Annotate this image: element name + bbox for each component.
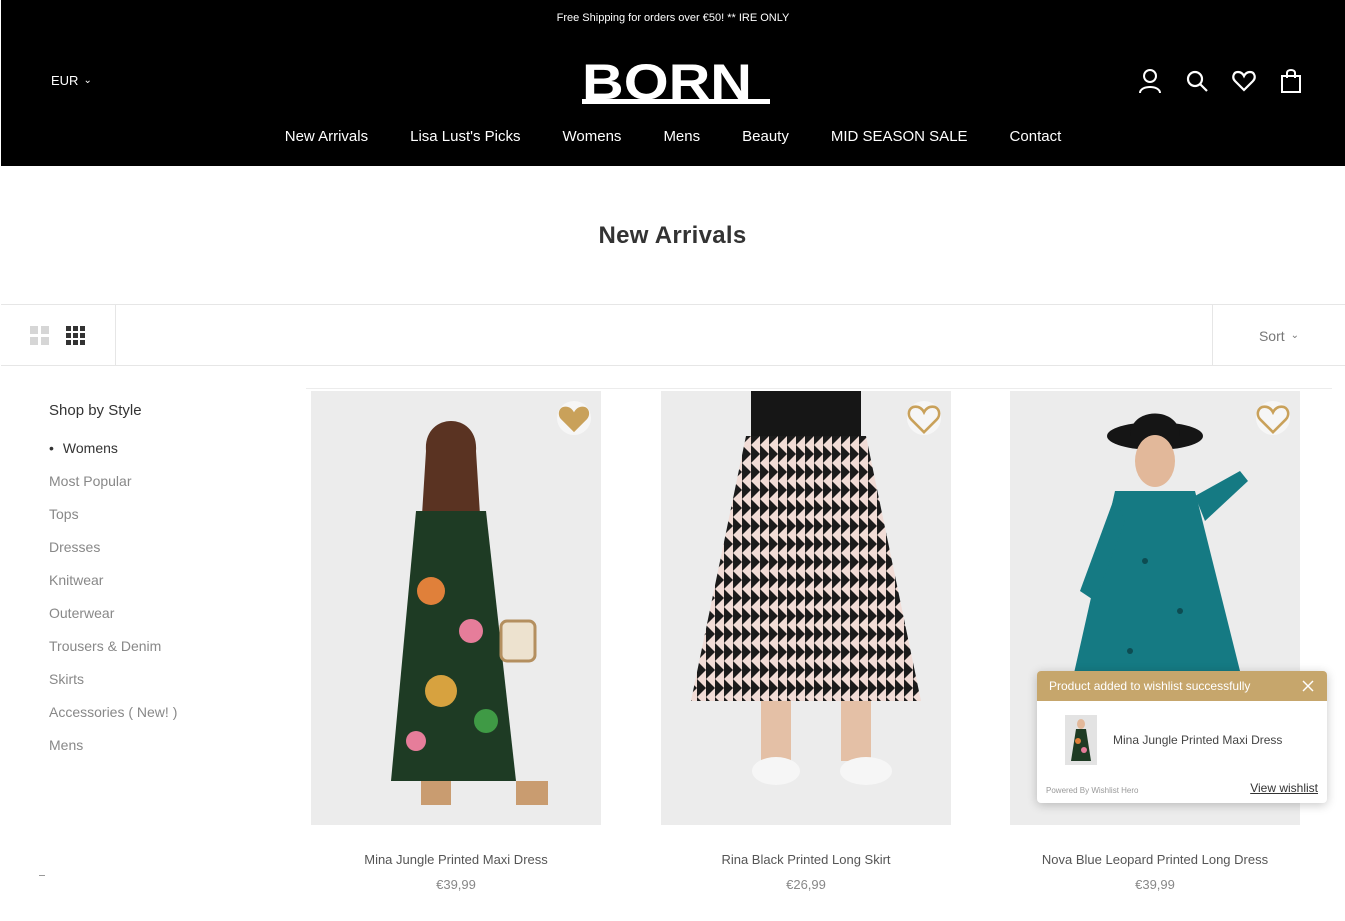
logo[interactable]: BORN	[582, 54, 770, 110]
sidebar-filter: Shop by Style Womens Most Popular Tops D…	[49, 402, 269, 770]
grid-3-view-icon[interactable]	[66, 325, 86, 346]
product-price: €39,99	[436, 877, 476, 892]
sort-label: Sort	[1258, 327, 1285, 344]
toast-product-thumbnail[interactable]	[1065, 715, 1097, 765]
product-name[interactable]: Mina Jungle Printed Maxi Dress	[311, 852, 601, 867]
currency-selector[interactable]: EUR ⌄	[51, 73, 92, 88]
collection-toolbar: Sort ⌄	[1, 304, 1345, 366]
sidebar-item-tops[interactable]: Tops	[49, 506, 269, 539]
product-card[interactable]: Rina Black Printed Long Skirt €26,99	[661, 391, 951, 892]
sidebar-item-dresses[interactable]: Dresses	[49, 539, 269, 572]
nav-womens[interactable]: Womens	[563, 128, 622, 145]
wishlist-heart-icon[interactable]	[907, 401, 941, 435]
wishlist-heart-icon[interactable]	[1232, 68, 1256, 94]
wishlist-heart-icon[interactable]	[557, 401, 591, 435]
nav-mens[interactable]: Mens	[663, 128, 700, 145]
grid-2-view-icon[interactable]	[30, 325, 50, 346]
chevron-down-icon: ⌄	[1290, 330, 1300, 341]
product-name[interactable]: Rina Black Printed Long Skirt	[661, 852, 951, 867]
product-image[interactable]	[661, 391, 951, 825]
toast-message: Product added to wishlist successfully	[1049, 679, 1251, 693]
account-icon[interactable]	[1138, 68, 1162, 94]
product-image[interactable]	[311, 391, 601, 825]
toast-header: Product added to wishlist successfully	[1037, 671, 1327, 701]
sidebar-heading: Shop by Style	[49, 402, 142, 419]
scroll-indicator	[39, 875, 45, 876]
sidebar-item-outerwear[interactable]: Outerwear	[49, 605, 269, 638]
sidebar-item-knitwear[interactable]: Knitwear	[49, 572, 269, 605]
grid-divider	[306, 388, 1332, 389]
chevron-down-icon: ⌄	[83, 75, 92, 86]
site-header: Free Shipping for orders over €50! ** IR…	[1, 0, 1345, 166]
product-price: €39,99	[1135, 877, 1175, 892]
product-card[interactable]: Nova Blue Leopard Printed Long Dress €39…	[1010, 391, 1300, 892]
view-wishlist-link[interactable]: View wishlist	[1250, 781, 1318, 795]
toast-product-name[interactable]: Mina Jungle Printed Maxi Dress	[1113, 733, 1282, 747]
cart-bag-icon[interactable]	[1279, 68, 1303, 94]
view-toggle	[1, 305, 116, 366]
sidebar-item-mens[interactable]: Mens	[49, 737, 269, 770]
nav-new-arrivals[interactable]: New Arrivals	[285, 128, 368, 145]
toast-footer: Powered By Wishlist Hero View wishlist	[1046, 781, 1318, 795]
sort-dropdown[interactable]: Sort ⌄	[1212, 305, 1345, 366]
sidebar-list: Womens Most Popular Tops Dresses Knitwea…	[49, 440, 269, 770]
close-icon[interactable]	[1301, 679, 1315, 693]
main-nav: New Arrivals Lisa Lust's Picks Womens Me…	[1, 128, 1345, 145]
page-title: New Arrivals	[598, 222, 747, 249]
toast-body: Mina Jungle Printed Maxi Dress	[1037, 701, 1327, 765]
search-icon[interactable]	[1185, 68, 1209, 94]
nav-beauty[interactable]: Beauty	[742, 128, 789, 145]
sidebar-item-skirts[interactable]: Skirts	[49, 671, 269, 704]
sidebar-item-accessories[interactable]: Accessories ( New! )	[49, 704, 269, 737]
nav-mid-season-sale[interactable]: MID SEASON SALE	[831, 128, 968, 145]
header-icons	[1138, 68, 1303, 94]
product-price: €26,99	[786, 877, 826, 892]
wishlist-toast: Product added to wishlist successfully M…	[1037, 671, 1327, 803]
wishlist-heart-icon[interactable]	[1256, 401, 1290, 435]
nav-contact[interactable]: Contact	[1010, 128, 1062, 145]
sidebar-item-womens[interactable]: Womens	[49, 440, 269, 473]
announcement-bar: Free Shipping for orders over €50! ** IR…	[556, 12, 790, 24]
nav-lisa-lusts-picks[interactable]: Lisa Lust's Picks	[410, 128, 520, 145]
currency-label: EUR	[51, 73, 79, 88]
sidebar-item-trousers-denim[interactable]: Trousers & Denim	[49, 638, 269, 671]
product-card[interactable]: Mina Jungle Printed Maxi Dress €39,99	[311, 391, 601, 892]
sidebar-item-most-popular[interactable]: Most Popular	[49, 473, 269, 506]
powered-by-text: Powered By Wishlist Hero	[1046, 786, 1139, 795]
logo-text: BORN	[582, 55, 752, 105]
product-name[interactable]: Nova Blue Leopard Printed Long Dress	[1010, 852, 1300, 867]
